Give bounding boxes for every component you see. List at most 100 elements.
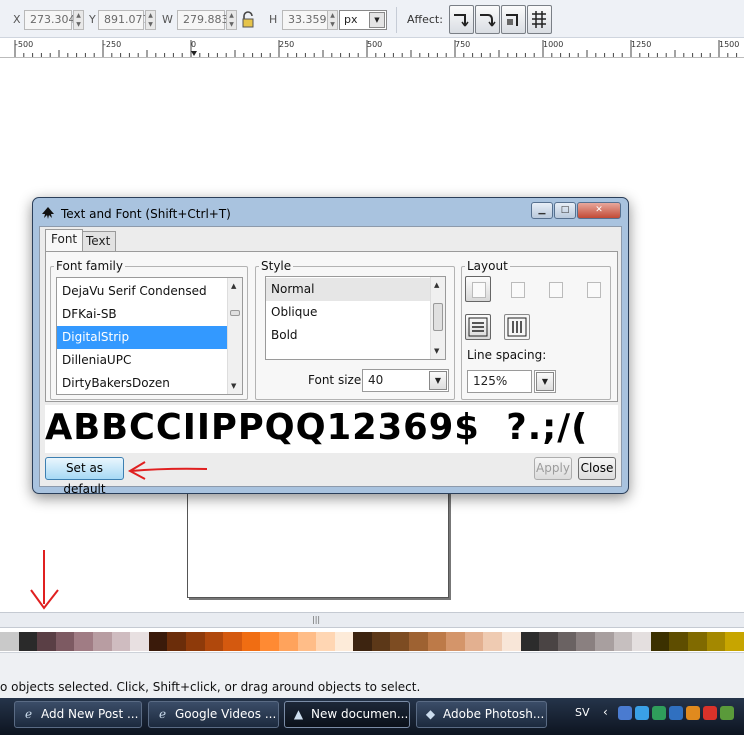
color-swatch[interactable] — [464, 632, 484, 651]
list-item-selected[interactable]: Normal — [266, 278, 445, 301]
color-swatch[interactable] — [371, 632, 391, 651]
align-left-button[interactable] — [465, 276, 491, 302]
close-window-button[interactable]: ✕ — [577, 202, 621, 219]
scroll-thumb[interactable] — [230, 310, 240, 316]
antivirus-icon[interactable] — [703, 706, 717, 720]
chevron-left-icon[interactable]: ‹ — [603, 705, 608, 719]
color-swatch[interactable] — [241, 632, 261, 651]
list-item[interactable]: Oblique — [266, 301, 445, 324]
chevron-down-icon[interactable]: ▼ — [429, 371, 447, 390]
affect-corners-button[interactable] — [475, 5, 500, 34]
taskbar-item[interactable]: ◆ Adobe Photosh... — [416, 701, 547, 728]
color-swatch[interactable] — [409, 632, 428, 651]
color-swatch[interactable] — [130, 632, 149, 651]
color-swatch[interactable] — [185, 632, 205, 651]
color-swatch[interactable] — [687, 632, 707, 651]
color-swatch[interactable] — [446, 632, 465, 651]
language-indicator[interactable]: SV — [575, 706, 590, 719]
align-center-button[interactable] — [504, 276, 530, 302]
color-palette[interactable] — [0, 632, 744, 651]
chevron-down-icon[interactable]: ▼ — [434, 347, 439, 355]
line-spacing-dropdown[interactable]: ▼ — [534, 370, 556, 393]
network-icon[interactable] — [618, 706, 632, 720]
color-swatch[interactable] — [297, 632, 317, 651]
justify-button[interactable] — [580, 276, 606, 302]
style-scrollbar[interactable]: ▲ ▼ — [430, 277, 445, 359]
color-swatch[interactable] — [37, 632, 56, 651]
affect-patterns-button[interactable] — [527, 5, 552, 34]
color-swatch[interactable] — [55, 632, 75, 651]
taskbar-item[interactable]: ℯ Add New Post ... — [14, 701, 142, 728]
color-swatch[interactable] — [148, 632, 168, 651]
color-swatch[interactable] — [706, 632, 726, 651]
color-swatch[interactable] — [390, 632, 410, 651]
color-swatch[interactable] — [18, 632, 38, 651]
color-swatch[interactable] — [427, 632, 447, 651]
scroll-thumb[interactable] — [433, 303, 443, 331]
h-spinner[interactable]: ▲ ▼ — [327, 10, 338, 30]
color-swatch[interactable] — [613, 632, 633, 651]
chevron-down-icon[interactable]: ▼ — [369, 12, 385, 28]
color-swatch[interactable] — [557, 632, 577, 651]
color-swatch[interactable] — [483, 632, 503, 651]
color-swatch[interactable] — [316, 632, 335, 651]
affect-stroke-button[interactable] — [449, 5, 474, 34]
color-swatch[interactable] — [92, 632, 112, 651]
speaker-icon[interactable] — [720, 706, 734, 720]
w-spinner[interactable]: ▲ ▼ — [226, 10, 237, 30]
security-icon[interactable] — [686, 706, 700, 720]
color-swatch[interactable] — [278, 632, 298, 651]
color-swatch[interactable] — [650, 632, 670, 651]
maximize-button[interactable]: □ — [554, 202, 576, 219]
chevron-up-icon[interactable]: ▲ — [434, 281, 439, 289]
align-right-button[interactable] — [542, 276, 568, 302]
list-item[interactable]: DFKai-SB — [57, 303, 242, 326]
line-spacing-field[interactable]: 125% — [467, 370, 532, 393]
color-swatch[interactable] — [223, 632, 242, 651]
lock-icon[interactable] — [240, 10, 256, 30]
horizontal-text-button[interactable] — [465, 314, 491, 340]
list-item[interactable]: DejaVu Serif Condensed — [57, 280, 242, 303]
y-spinner[interactable]: ▲ ▼ — [145, 10, 156, 30]
messenger-icon[interactable] — [635, 706, 649, 720]
list-item[interactable]: Bold — [266, 324, 445, 347]
color-swatch[interactable] — [632, 632, 651, 651]
chevron-down-icon[interactable]: ▼ — [536, 372, 554, 391]
list-item[interactable]: DirtyBakersDozen — [57, 372, 242, 394]
unit-select[interactable]: px ▼ — [339, 10, 387, 30]
color-swatch[interactable] — [0, 632, 19, 651]
affect-gradients-button[interactable] — [501, 5, 526, 34]
taskbar-item[interactable]: ▲ New documen... — [284, 701, 410, 728]
taskbar-item[interactable]: ℯ Google Videos ... — [148, 701, 279, 728]
scrollbar-grip[interactable]: ||| — [312, 615, 320, 624]
color-swatch[interactable] — [260, 632, 279, 651]
color-swatch[interactable] — [334, 632, 354, 651]
vertical-text-button[interactable] — [504, 314, 530, 340]
font-family-list[interactable]: DejaVu Serif Condensed DFKai-SB DigitalS… — [56, 277, 243, 395]
tab-text[interactable]: Text — [80, 231, 117, 251]
list-item-selected[interactable]: DigitalStrip — [57, 326, 242, 349]
color-swatch[interactable] — [520, 632, 540, 651]
style-list[interactable]: Normal Oblique Bold ▲ ▼ — [265, 276, 446, 360]
chevron-down-icon[interactable]: ▼ — [231, 382, 236, 390]
chevron-up-icon[interactable]: ▲ — [231, 282, 236, 290]
dropbox-icon[interactable] — [669, 706, 683, 720]
color-swatch[interactable] — [539, 632, 558, 651]
y-field[interactable]: 891.077 — [98, 10, 150, 30]
w-field[interactable]: 279.883 — [177, 10, 229, 30]
apply-button[interactable]: Apply — [534, 457, 572, 480]
color-swatch[interactable] — [167, 632, 186, 651]
color-swatch[interactable] — [725, 632, 744, 651]
h-field[interactable]: 33.359 — [282, 10, 328, 30]
color-swatch[interactable] — [353, 632, 372, 651]
update-icon[interactable] — [652, 706, 666, 720]
color-swatch[interactable] — [74, 632, 93, 651]
color-swatch[interactable] — [111, 632, 131, 651]
horizontal-scrollbar[interactable]: ||| — [0, 612, 744, 628]
font-size-combo[interactable]: 40 ▼ — [362, 369, 449, 392]
color-swatch[interactable] — [669, 632, 688, 651]
font-family-scrollbar[interactable]: ▲ ▼ — [227, 278, 242, 394]
close-button[interactable]: Close — [578, 457, 616, 480]
minimize-button[interactable]: ▁ — [531, 202, 553, 219]
set-as-default-button[interactable]: Set as default — [45, 457, 124, 496]
